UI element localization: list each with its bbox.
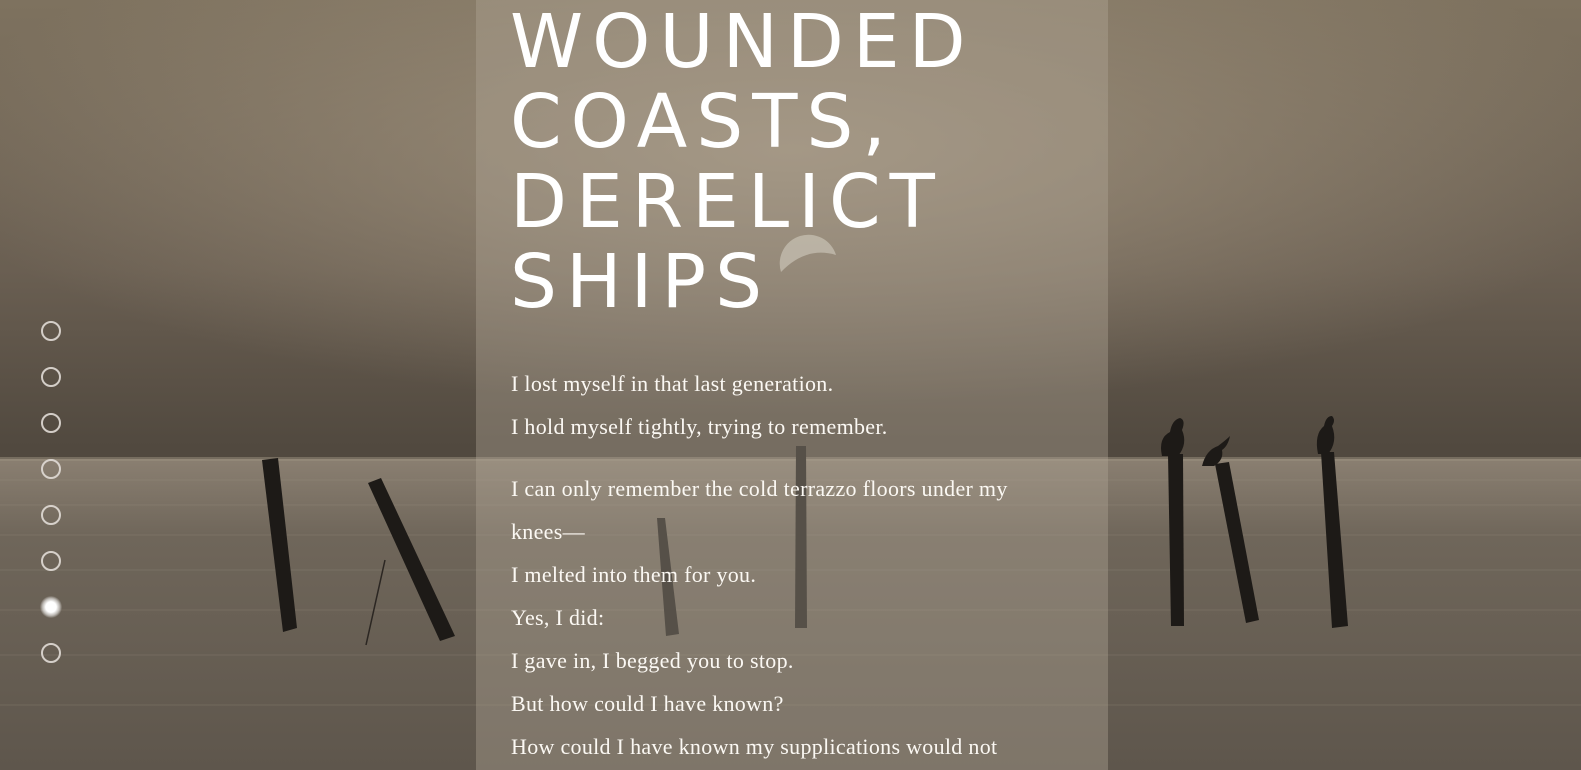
page-title: WOUNDED COASTS, DERELICT SHIPS bbox=[510, 2, 975, 322]
page-title-line: COASTS, bbox=[510, 79, 895, 165]
section-nav bbox=[39, 319, 63, 687]
poem-line: I lost myself in that last generation. bbox=[511, 371, 834, 396]
circle-icon bbox=[40, 596, 62, 618]
poem-line: I melted into them for you. bbox=[511, 562, 757, 587]
section-nav-dot[interactable] bbox=[39, 411, 63, 435]
page: WOUNDED COASTS, DERELICT SHIPS I lost my… bbox=[0, 0, 1581, 770]
poem-line: I can only remember the cold terrazzo fl… bbox=[511, 476, 1008, 544]
section-nav-dot[interactable] bbox=[39, 503, 63, 527]
section-nav-dot[interactable] bbox=[39, 365, 63, 389]
section-nav-dot[interactable] bbox=[39, 457, 63, 481]
poem-line: How could I have known my supplications … bbox=[511, 734, 998, 759]
poem-line: But how could I have known? bbox=[511, 691, 784, 716]
page-title-line: DERELICT bbox=[510, 159, 944, 245]
section-nav-dot[interactable] bbox=[39, 549, 63, 573]
section-nav-dot[interactable] bbox=[39, 595, 63, 619]
circle-icon bbox=[41, 643, 61, 663]
circle-icon bbox=[41, 459, 61, 479]
circle-icon bbox=[41, 321, 61, 341]
poem-line: I gave in, I begged you to stop. bbox=[511, 648, 794, 673]
page-title-line: WOUNDED bbox=[510, 0, 975, 85]
poem-line: I hold myself tightly, trying to remembe… bbox=[511, 414, 888, 439]
poem-line: Yes, I did: bbox=[511, 605, 605, 630]
section-nav-dot[interactable] bbox=[39, 641, 63, 665]
circle-icon bbox=[41, 413, 61, 433]
poem-body: I lost myself in that last generation. I… bbox=[511, 362, 1071, 768]
section-nav-dot[interactable] bbox=[39, 319, 63, 343]
circle-icon bbox=[41, 551, 61, 571]
circle-icon bbox=[41, 367, 61, 387]
page-title-line: SHIPS bbox=[510, 239, 772, 325]
circle-icon bbox=[41, 505, 61, 525]
